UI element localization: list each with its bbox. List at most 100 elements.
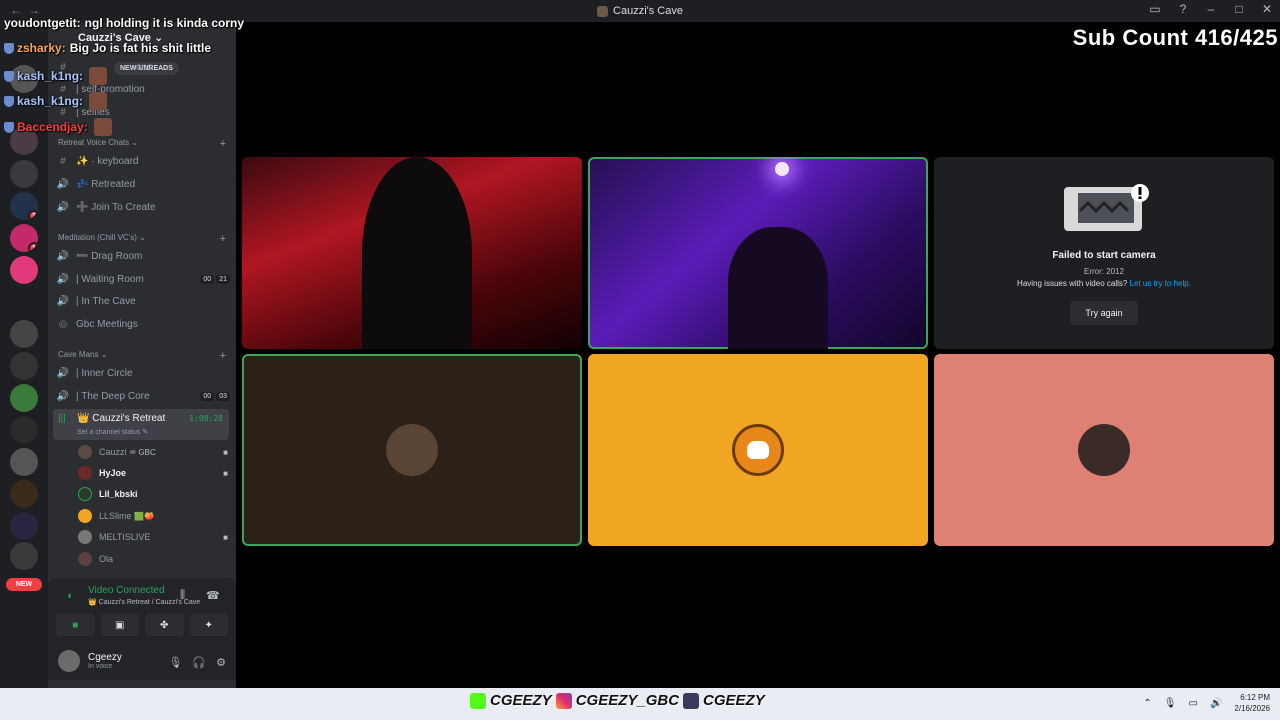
channel-item[interactable]: 🔊 | The Deep Core 00 03 (56, 386, 230, 406)
server-icon (597, 5, 609, 17)
channel-item[interactable]: # ✨ · keyboard (56, 151, 230, 171)
server-avatar[interactable] (10, 256, 38, 284)
chat-message: kash_k1ng: (4, 67, 108, 85)
voice-user[interactable]: MELTISLIVE ■ (78, 527, 228, 547)
camera-icon: ■ (223, 532, 228, 542)
avatar (78, 530, 92, 544)
video-tile[interactable] (242, 157, 582, 349)
mod-shield-icon (4, 121, 14, 133)
try-again-button[interactable]: Try again (1070, 301, 1138, 325)
participant-avatar (1078, 424, 1130, 476)
video-tile[interactable] (588, 157, 928, 349)
close-button[interactable]: ✕ (1260, 2, 1274, 16)
clock[interactable]: 6:12 PM 2/16/2026 (1234, 692, 1270, 714)
server-avatar[interactable] (10, 416, 38, 444)
video-tile[interactable] (934, 354, 1274, 546)
channel-item[interactable]: 🔊 | In The Cave (56, 291, 230, 311)
voice-channel-icon: 🔊 (56, 295, 70, 307)
category-cave-mans[interactable]: Cave Mans ⌄ + (58, 350, 226, 362)
server-avatar[interactable] (10, 448, 38, 476)
server-avatar[interactable] (10, 160, 38, 188)
voice-channel-icon: 🔊 (56, 201, 70, 213)
add-channel-icon[interactable]: + (220, 350, 226, 362)
avatar (78, 445, 92, 459)
video-tile[interactable] (242, 354, 582, 546)
server-avatar[interactable] (10, 542, 38, 570)
window-title: Cauzzi's Cave (597, 5, 683, 17)
voice-user[interactable]: Cauzzi ♒ GBC ■ (78, 442, 228, 462)
connection-icon: ◖ (66, 590, 73, 602)
settings-gear-icon[interactable]: ⚙ (216, 656, 226, 669)
social-handles: CGEEZY CGEEZY_GBC CGEEZY (470, 692, 765, 709)
text-channel-icon: # (60, 155, 66, 167)
add-channel-icon[interactable]: + (220, 138, 226, 150)
discord-logo-icon (747, 441, 769, 459)
voice-user[interactable]: Lil_kbski (78, 484, 228, 504)
new-pill[interactable]: NEW (6, 578, 42, 591)
channel-item[interactable]: ◎ Gbc Meetings (56, 314, 230, 334)
avatar (78, 509, 92, 523)
screenshare-button[interactable]: ▣ (100, 614, 139, 636)
server-avatar[interactable] (10, 512, 38, 540)
noise-suppression-icon[interactable]: ⫼ (180, 589, 185, 602)
mod-shield-icon (4, 70, 14, 82)
channel-item[interactable]: 🔊 | Inner Circle (56, 363, 230, 383)
minimize-button[interactable]: – (1204, 2, 1218, 16)
microphone-icon[interactable]: 🎙 (1164, 698, 1177, 709)
disconnect-icon[interactable]: ☎ (206, 589, 220, 602)
user-limit-pill: 00 21 (200, 274, 230, 284)
channel-item[interactable]: 🔊 💤 Retreated (56, 174, 230, 194)
activities-button[interactable]: ✤ (145, 614, 184, 636)
help-icon[interactable]: ? (1176, 2, 1190, 16)
taskbar: CGEEZY CGEEZY_GBC CGEEZY ⌃ 🎙 ▭ 🔊 6:12 PM… (0, 688, 1280, 720)
user-panel[interactable]: Cgeezy In voice (58, 650, 122, 672)
voice-user[interactable]: LLSlime 🟩🍑 (78, 506, 228, 526)
channel-item[interactable]: 🔊 ➖ Drag Room (56, 246, 230, 266)
instagram-icon (555, 692, 572, 709)
ceiling-light (775, 162, 789, 176)
voice-channel-icon: 🔊 (56, 367, 70, 379)
help-link[interactable]: Let us try to help. (1130, 279, 1191, 288)
category-retreat[interactable]: Retreat Voice Chats ⌄ + (58, 138, 226, 150)
camera-button[interactable]: ■ (56, 614, 95, 636)
server-avatar[interactable] (10, 288, 38, 316)
microphone-icon[interactable]: 🎙 (168, 656, 182, 669)
voice-channel-icon: 🔊 (56, 273, 70, 285)
channel-status[interactable]: Set a channel status ✎ (77, 428, 148, 436)
inbox-icon[interactable]: ▭ (1148, 2, 1162, 16)
stage-channel-icon: ◎ (58, 318, 68, 330)
category-meditation[interactable]: Meditation (Chill VC's) ⌄ + (58, 233, 226, 245)
voice-active-icon: ||| (58, 413, 66, 424)
server-avatar[interactable] (10, 480, 38, 508)
voice-connection-panel: ◖ Video Connected 👑 Cauzzi's Retreat / C… (48, 578, 236, 680)
voice-user[interactable]: Ola (78, 549, 228, 569)
avatar (78, 487, 92, 501)
server-avatar[interactable] (10, 320, 38, 348)
server-avatar[interactable]: 3 (10, 192, 38, 220)
video-tile[interactable] (588, 354, 928, 546)
voice-user[interactable]: HyJoe ■ (78, 463, 228, 483)
network-icon[interactable]: ▭ (1189, 698, 1198, 709)
active-voice-channel[interactable]: ||| 👑 Cauzzi's Retreat 1:08:28 Set a cha… (53, 409, 229, 440)
headphones-icon[interactable]: 🎧 (192, 656, 206, 669)
mod-shield-icon (4, 42, 14, 54)
channel-item[interactable]: 🔊 | Waiting Room 00 21 (56, 269, 230, 289)
server-avatar[interactable]: 1 (10, 224, 38, 252)
channel-item[interactable]: 🔊 ➕ Join To Create (56, 197, 230, 217)
chat-message: zsharky: Big Jo is fat his shit little (4, 41, 211, 55)
soundboard-button[interactable]: ✦ (189, 614, 228, 636)
system-tray: ⌃ 🎙 ▭ 🔊 6:12 PM 2/16/2026 (1143, 692, 1270, 714)
add-channel-icon[interactable]: + (220, 233, 226, 245)
maximize-button[interactable]: □ (1232, 2, 1246, 16)
kick-icon (470, 692, 486, 709)
server-avatar[interactable] (10, 352, 38, 380)
participant-avatar (732, 424, 784, 476)
server-avatar[interactable] (10, 384, 38, 412)
mod-shield-icon (4, 95, 14, 107)
chat-message: Baccendjay: (4, 118, 112, 136)
nav-arrows[interactable]: ←→ (10, 3, 46, 17)
volume-icon[interactable]: 🔊 (1210, 698, 1222, 709)
sub-count-overlay: Sub Count 416/425 (1072, 25, 1278, 50)
chevron-up-icon[interactable]: ⌃ (1143, 698, 1151, 709)
emote-icon (89, 92, 108, 110)
